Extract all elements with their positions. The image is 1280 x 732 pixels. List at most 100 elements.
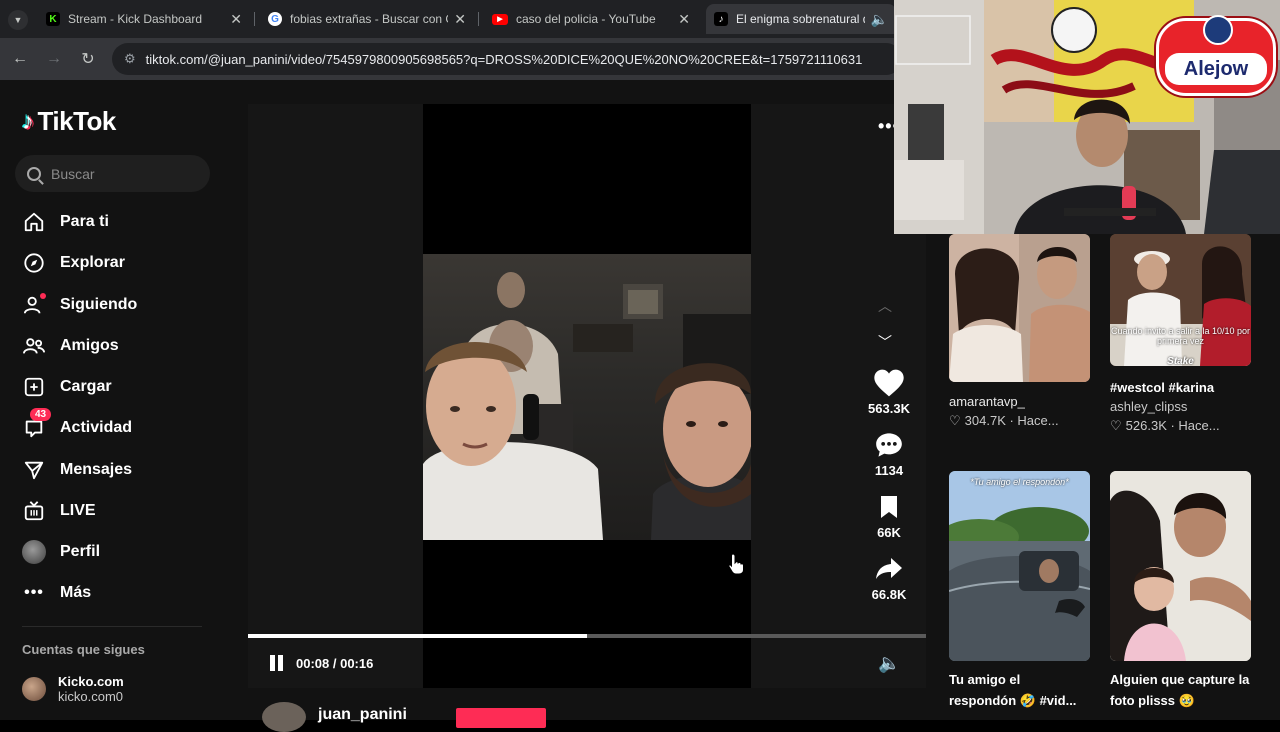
browser-tab[interactable]: ▶ caso del policia - YouTube ✕: [484, 4, 698, 34]
chevron-down-icon[interactable]: ﹀: [878, 332, 892, 352]
video-thumbnail[interactable]: *Tu amigo el respondón*: [949, 471, 1090, 661]
follow-button[interactable]: [456, 708, 546, 728]
back-icon[interactable]: ←: [9, 48, 31, 70]
heart-icon[interactable]: [860, 367, 918, 399]
more-icon: •••: [24, 584, 44, 601]
friends-icon: [22, 334, 46, 358]
following-account[interactable]: Kicko.com kicko.com0: [22, 674, 124, 704]
tab-separator: [478, 12, 479, 26]
tab-title: Stream - Kick Dashboard: [68, 12, 203, 26]
video-title[interactable]: #westcol #karina: [1110, 380, 1251, 395]
nav-label: Cargar: [60, 378, 112, 395]
comment-count: 1134: [874, 463, 904, 478]
upload-icon: [22, 375, 46, 399]
tab-separator: [254, 12, 255, 26]
nav-label: Perfil: [60, 543, 101, 560]
nav-item-explorar[interactable]: Explorar: [22, 248, 125, 278]
video-surface[interactable]: [423, 104, 751, 688]
save-action[interactable]: 66K: [860, 491, 918, 540]
like-count: 526.3K: [1125, 418, 1167, 433]
thumbnail-caption: Cuando invito a salir a la 10/10 por pri…: [1110, 326, 1251, 346]
video-thumbnail[interactable]: [949, 234, 1090, 382]
search-icon: [27, 166, 41, 181]
send-icon: [22, 458, 46, 482]
recommended-video[interactable]: *Tu amigo el respondón* Tu amigo el resp…: [949, 471, 1090, 711]
nav-item-live[interactable]: LIVE: [22, 496, 96, 526]
video-author-row: juan_panini: [248, 688, 926, 732]
video-frame: [423, 254, 751, 540]
nav-item-actividad[interactable]: 43 Actividad: [22, 408, 133, 443]
audio-playing-icon[interactable]: 🔈: [871, 11, 888, 28]
close-tab-icon[interactable]: ✕: [678, 11, 690, 28]
reload-icon[interactable]: ↻: [77, 48, 99, 70]
account-name: Kicko.com: [58, 674, 124, 689]
browser-tab-active[interactable]: ♪ El enigma sobrenatural que 🔈: [706, 4, 896, 34]
chevron-up-icon[interactable]: ︿: [878, 296, 892, 316]
forward-icon[interactable]: →: [43, 48, 65, 70]
google-icon: G: [268, 12, 282, 26]
nav-item-cargar[interactable]: Cargar: [22, 372, 112, 402]
nav-item-siguiendo[interactable]: Siguiendo: [22, 290, 137, 320]
share-arrow-icon[interactable]: [860, 553, 918, 585]
save-count: 66K: [877, 525, 901, 540]
video-thumbnail[interactable]: [1110, 471, 1251, 661]
close-tab-icon[interactable]: ✕: [230, 11, 242, 28]
activity-badge: 43: [30, 408, 52, 421]
tab-title: El enigma sobrenatural que: [736, 12, 865, 26]
video-player[interactable]: ••• ︿ ﹀ 563.3K 1134 66K 66.8K 00:08 / 00…: [248, 104, 926, 688]
site-info-icon[interactable]: ⚙: [124, 51, 136, 67]
comment-action[interactable]: 1134: [860, 429, 918, 478]
tab-title: caso del policia - YouTube: [516, 12, 656, 26]
video-title[interactable]: Tu amigo el respondón 🤣 #vid...: [949, 669, 1090, 711]
video-progress-bar[interactable]: [248, 634, 926, 638]
author-name[interactable]: juan_panini: [318, 706, 407, 724]
nav-label: Para ti: [60, 213, 109, 230]
recommended-video[interactable]: Alguien que capture la foto plisss 🥹: [1110, 471, 1251, 711]
like-count: 304.7K: [964, 413, 1006, 428]
nav-label: Actividad: [60, 419, 133, 436]
video-meta: ♡ 526.3K · Hace...: [1110, 418, 1220, 433]
video-meta: ♡ 304.7K · Hace...: [949, 413, 1059, 428]
tiktok-logo[interactable]: ♪ TikTok: [22, 106, 116, 137]
close-tab-icon[interactable]: ✕: [454, 11, 466, 28]
avatar: [22, 677, 46, 701]
nav-item-perfil[interactable]: Perfil: [22, 537, 100, 567]
nav-item-mas[interactable]: ••• Más: [22, 578, 91, 608]
nav-item-para-ti[interactable]: Para ti: [22, 207, 109, 237]
pause-icon[interactable]: [268, 654, 286, 672]
stake-watermark: Stake: [1167, 356, 1194, 366]
profile-avatar: [22, 540, 46, 564]
search-input[interactable]: [51, 165, 191, 182]
recommended-video[interactable]: amarantavp_ ♡ 304.7K · Hace...: [949, 234, 1090, 429]
browser-tab[interactable]: G fobias extrañas - Buscar con Go ✕: [260, 4, 474, 34]
nav-label: LIVE: [60, 502, 96, 519]
author-avatar[interactable]: [262, 702, 306, 732]
share-action[interactable]: 66.8K: [860, 553, 918, 602]
nav-item-amigos[interactable]: Amigos: [22, 331, 119, 361]
like-count: 563.3K: [868, 401, 910, 416]
nav-label: Siguiendo: [60, 296, 138, 313]
comment-icon[interactable]: [860, 429, 918, 461]
live-icon: [22, 499, 46, 523]
search-box[interactable]: [15, 155, 210, 192]
recommended-video[interactable]: Cuando invito a salir a la 10/10 por pri…: [1110, 234, 1251, 434]
video-author[interactable]: ashley_clipss: [1110, 399, 1251, 414]
logo-text: TikTok: [37, 106, 117, 136]
video-title[interactable]: amarantavp_: [949, 394, 1090, 409]
video-title[interactable]: Alguien que capture la foto plisss 🥹: [1110, 669, 1251, 711]
nav-label: Mensajes: [60, 461, 133, 478]
hand-cursor-icon: [728, 553, 744, 575]
tab-list-dropdown-icon[interactable]: ▼: [8, 10, 28, 30]
video-time: 00:08 / 00:16: [296, 656, 374, 671]
kick-icon: K: [46, 12, 60, 26]
bookmark-icon[interactable]: [860, 491, 918, 523]
video-thumbnail[interactable]: Cuando invito a salir a la 10/10 por pri…: [1110, 234, 1251, 366]
like-action[interactable]: 563.3K: [860, 367, 918, 416]
thumbnail-caption: *Tu amigo el respondón*: [970, 477, 1069, 487]
nav-item-mensajes[interactable]: Mensajes: [22, 455, 132, 485]
tiktok-icon: ♪: [714, 12, 728, 26]
volume-icon[interactable]: 🔈: [878, 653, 900, 674]
browser-tab[interactable]: K Stream - Kick Dashboard ✕: [38, 4, 250, 34]
url-text: tiktok.com/@juan_panini/video/7545979800…: [145, 51, 863, 67]
url-bar[interactable]: ⚙ tiktok.com/@juan_panini/video/75459798…: [112, 43, 902, 75]
